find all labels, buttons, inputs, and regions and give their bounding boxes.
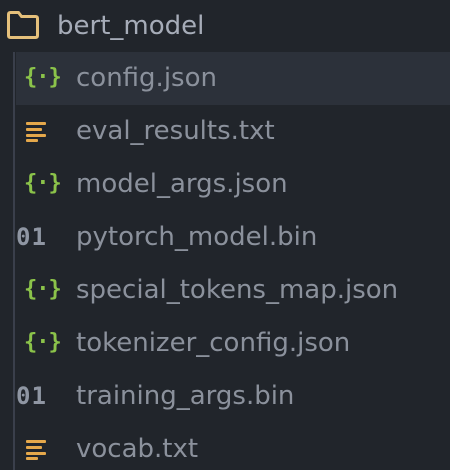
- json-icon: {·}: [24, 277, 62, 302]
- json-icon: {·}: [24, 65, 62, 90]
- folder-row-bert-model[interactable]: bert_model: [0, 0, 450, 52]
- file-label: model_args.json: [76, 169, 288, 199]
- file-tree: bert_model {·} config.json eval_results.…: [0, 0, 450, 470]
- file-label: vocab.txt: [76, 434, 199, 464]
- file-label: special_tokens_map.json: [76, 275, 399, 305]
- file-item-tokenizer-config-json[interactable]: {·} tokenizer_config.json: [16, 317, 450, 370]
- folder-icon: [6, 10, 40, 40]
- json-icon: {·}: [24, 171, 62, 196]
- text-file-icon: [24, 115, 64, 147]
- file-label: pytorch_model.bin: [76, 222, 318, 252]
- json-icon: {·}: [24, 330, 62, 355]
- indent-guide: [13, 52, 15, 470]
- file-label: eval_results.txt: [76, 116, 275, 146]
- text-file-icon: [24, 433, 64, 465]
- file-item-pytorch-model-bin[interactable]: 01 pytorch_model.bin: [16, 211, 450, 264]
- file-label: training_args.bin: [76, 381, 295, 411]
- folder-label: bert_model: [57, 11, 205, 41]
- binary-file-icon: 01: [16, 382, 47, 410]
- file-label: config.json: [76, 63, 217, 93]
- file-item-config-json[interactable]: {·} config.json: [16, 52, 450, 105]
- file-item-eval-results-txt[interactable]: eval_results.txt: [16, 105, 450, 158]
- file-item-vocab-txt[interactable]: vocab.txt: [16, 423, 450, 470]
- file-item-training-args-bin[interactable]: 01 training_args.bin: [16, 370, 450, 423]
- file-item-model-args-json[interactable]: {·} model_args.json: [16, 158, 450, 211]
- file-label: tokenizer_config.json: [76, 328, 351, 358]
- binary-file-icon: 01: [16, 223, 47, 251]
- file-item-special-tokens-map-json[interactable]: {·} special_tokens_map.json: [16, 264, 450, 317]
